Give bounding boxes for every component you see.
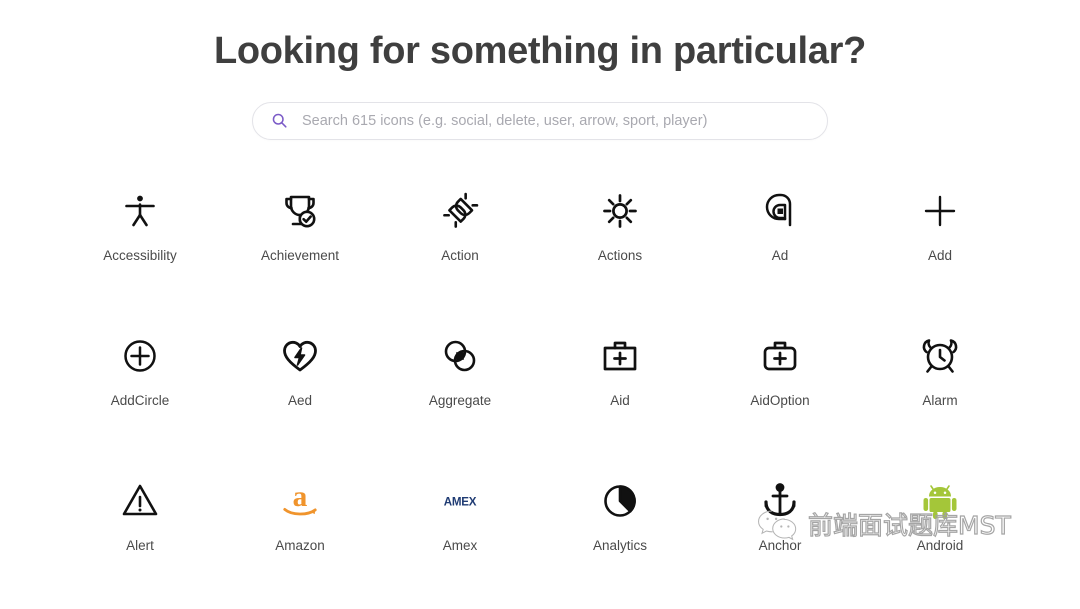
icon-label: Aggregate xyxy=(429,393,491,409)
at-square-icon xyxy=(755,186,805,236)
plus-icon xyxy=(915,186,965,236)
amazon-logo-icon: a xyxy=(275,476,325,526)
icon-cell-alarm[interactable]: Alarm xyxy=(860,319,1020,464)
amex-wordmark: AMEX xyxy=(444,495,477,508)
icon-cell-android[interactable]: Android xyxy=(860,464,1020,609)
icon-label: AddCircle xyxy=(111,393,170,409)
icon-cell-accessibility[interactable]: Accessibility xyxy=(60,174,220,319)
icon-cell-amex[interactable]: AMEX Amex xyxy=(380,464,540,609)
icon-cell-action[interactable]: Action xyxy=(380,174,540,319)
search-input[interactable] xyxy=(302,113,809,129)
android-robot-icon xyxy=(915,476,965,526)
svg-text:a: a xyxy=(293,481,308,513)
icon-label: Anchor xyxy=(759,538,802,554)
plug-connector-icon xyxy=(435,186,485,236)
amex-logo-icon: AMEX xyxy=(435,476,485,526)
icon-label: Aed xyxy=(288,393,312,409)
icon-cell-aidoption[interactable]: AidOption xyxy=(700,319,860,464)
accessibility-icon xyxy=(115,186,165,236)
icon-library-page: Looking for something in particular? xyxy=(0,0,1080,588)
icon-label: AidOption xyxy=(750,393,809,409)
first-aid-rounded-icon xyxy=(755,331,805,381)
icon-cell-alert[interactable]: Alert xyxy=(60,464,220,609)
icon-label: Action xyxy=(441,248,479,264)
icon-label: Accessibility xyxy=(103,248,177,264)
icon-cell-aid[interactable]: Aid xyxy=(540,319,700,464)
icon-label: Amex xyxy=(443,538,478,554)
icon-cell-analytics[interactable]: Analytics xyxy=(540,464,700,609)
icon-cell-actions[interactable]: Actions xyxy=(540,174,700,319)
icon-label: Android xyxy=(917,538,964,554)
overlap-circles-icon xyxy=(435,331,485,381)
icon-cell-achievement[interactable]: Achievement xyxy=(220,174,380,319)
icon-cell-add[interactable]: Add xyxy=(860,174,1020,319)
icon-label: Achievement xyxy=(261,248,339,264)
icon-grid: Accessibility Achievement xyxy=(0,174,1080,609)
icon-cell-anchor[interactable]: Anchor xyxy=(700,464,860,609)
icon-cell-addcircle[interactable]: AddCircle xyxy=(60,319,220,464)
icon-label: Ad xyxy=(772,248,789,264)
search-section xyxy=(0,102,1080,140)
icon-label: Add xyxy=(928,248,952,264)
page-title: Looking for something in particular? xyxy=(0,0,1080,76)
icon-cell-aed[interactable]: Aed xyxy=(220,319,380,464)
warning-triangle-icon xyxy=(115,476,165,526)
sun-burst-icon xyxy=(595,186,645,236)
pie-chart-icon xyxy=(595,476,645,526)
search-box[interactable] xyxy=(252,102,828,140)
first-aid-kit-icon xyxy=(595,331,645,381)
icon-label: Amazon xyxy=(275,538,325,554)
icon-cell-ad[interactable]: Ad xyxy=(700,174,860,319)
search-icon xyxy=(271,112,288,129)
icon-label: Actions xyxy=(598,248,642,264)
trophy-check-icon xyxy=(275,186,325,236)
icon-cell-amazon[interactable]: a Amazon xyxy=(220,464,380,609)
icon-label: Analytics xyxy=(593,538,647,554)
icon-label: Aid xyxy=(610,393,630,409)
heart-bolt-icon xyxy=(275,331,325,381)
plus-circle-icon xyxy=(115,331,165,381)
icon-cell-aggregate[interactable]: Aggregate xyxy=(380,319,540,464)
icon-label: Alarm xyxy=(922,393,957,409)
icon-label: Alert xyxy=(126,538,154,554)
anchor-icon xyxy=(755,476,805,526)
alarm-clock-icon xyxy=(915,331,965,381)
